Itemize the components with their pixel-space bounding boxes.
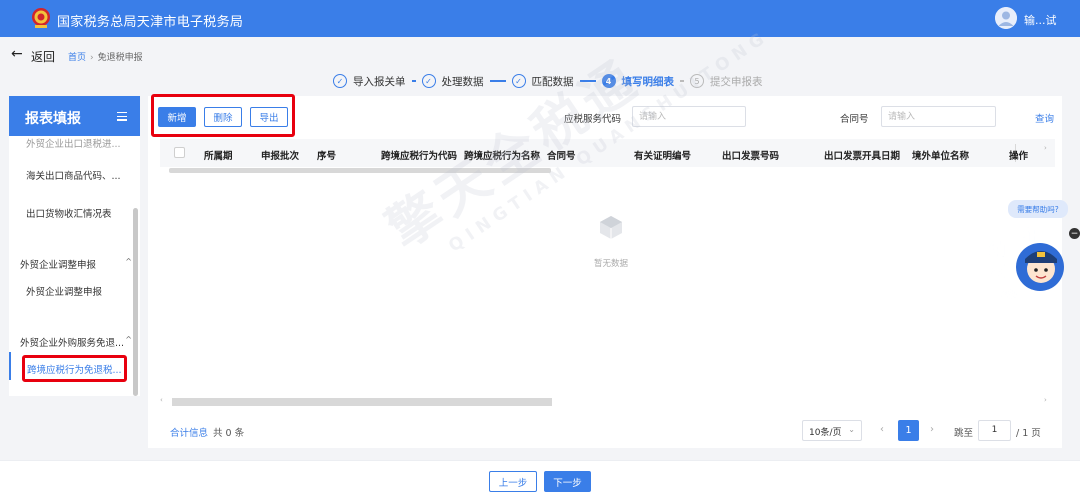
sidebar-item-adjustment[interactable]: 外贸企业调整申报 [26,284,102,298]
scroll-right-arrow-icon[interactable]: › [1044,396,1047,404]
prev-page-icon[interactable]: ‹ [880,424,884,435]
sidebar-title: 报表填报 [25,111,81,127]
sidebar-item-customs-code[interactable]: 海关出口商品代码、... [26,168,121,182]
active-indicator [9,352,11,380]
service-code-label: 应税服务代码 [564,114,622,125]
tax-emblem-icon [32,8,50,28]
site-title: 国家税务总局天津市电子税务局 [57,15,244,30]
column-header: 合同号 [547,151,576,162]
footer-bar: 上一步 下一步 [0,460,1080,497]
step-indicator: ✓ 导入报关单 ✓ 处理数据 ✓ 匹配数据 4 填写明细表 5 提交申报表 [333,73,763,89]
sidebar: 外贸企业出口退税进... 报表填报 海关出口商品代码、... 出口货物收汇情况表… [9,96,140,396]
step-connector [579,80,596,82]
step-connector [489,80,506,82]
main-panel: 新增 删除 导出 应税服务代码 合同号 查询 所属期 申报批次 序号 跨境应税行… [148,96,1062,448]
column-header-operation: 操作 [1009,151,1029,162]
scroll-right-arrow-icon[interactable]: › [1044,144,1047,152]
empty-data-text: 暂无数据 [594,259,629,269]
column-header: 所属期 [204,151,233,162]
username[interactable]: 输...试 [1024,12,1057,28]
column-header: 跨境应税行为代码 [381,151,458,162]
scrollbar-thumb[interactable] [172,398,552,406]
check-circle-icon: ✓ [511,74,526,88]
user-avatar-icon[interactable] [995,7,1017,29]
sidebar-scrollbar[interactable] [133,208,138,396]
summary-count: 共 0 条 [213,428,245,439]
step-import: ✓ 导入报关单 [333,74,406,89]
sidebar-item-export-refund[interactable]: 外贸企业出口退税进... [26,136,121,150]
step-match: ✓ 匹配数据 [511,74,574,89]
page-number-current[interactable]: 1 [898,420,919,441]
contract-input[interactable] [881,106,996,127]
sidebar-item-forex-receipt[interactable]: 出口货物收汇情况表 [26,206,112,220]
breadcrumb-home[interactable]: 首页 [68,53,86,63]
collapse-side-icon[interactable]: − [1069,228,1080,239]
step-number-icon: 5 [690,74,704,88]
help-char: 互 [989,262,1005,281]
step-connector [411,80,416,82]
sidebar-group-adjustment[interactable]: 外贸企业调整申报 ^ [20,257,132,271]
next-page-icon[interactable]: › [930,424,934,435]
table-top-scrollbar[interactable] [169,168,551,173]
export-button[interactable]: 导出 [250,107,288,127]
column-header: 跨境应税行为名称 [464,151,541,162]
chevron-down-icon: ⌄ [848,425,855,434]
next-step-button[interactable]: 下一步 [544,471,591,492]
total-pages: / 1 页 [1016,428,1041,439]
delete-button[interactable]: 删除 [204,107,242,127]
query-button[interactable]: 查询 [1035,111,1054,125]
sidebar-title-bar: 报表填报 [9,96,140,136]
step-submit: 5 提交申报表 [690,74,763,89]
sidebar-group-purchased-service[interactable]: 外贸企业外购服务免退... ^ [20,335,132,349]
jump-label: 跳至 [954,428,974,439]
breadcrumb: 首页 › 免退税申报 [68,50,143,63]
service-code-input[interactable] [632,106,746,127]
help-char: 纳 [989,240,1005,259]
step-fill-detail: 4 填写明细表 [601,74,674,89]
help-bubble[interactable]: 需要帮助吗? [1008,200,1068,218]
prev-step-button[interactable]: 上一步 [489,471,537,492]
top-header: 国家税务总局天津市电子税务局 输...试 [0,0,1080,37]
back-button[interactable]: 返回 [31,48,55,65]
step-number-icon: 4 [601,74,616,88]
check-circle-icon: ✓ [421,74,436,88]
column-header: 申报批次 [261,151,300,162]
column-header: 出口发票开具日期 [824,151,901,162]
step-connector [680,80,684,82]
chevron-up-icon: ^ [125,257,132,266]
add-button[interactable]: 新增 [158,107,196,127]
page-size-select[interactable]: 10条/页 ⌄ [802,420,862,441]
help-assistant-avatar[interactable]: 征 纳 互 动 [985,225,1073,305]
column-header: 序号 [317,151,337,162]
back-arrow-icon[interactable]: ← [11,46,23,62]
empty-box-icon [600,216,622,239]
summary-link[interactable]: 合计信息 [170,425,208,439]
select-all-checkbox[interactable] [174,147,185,158]
step-process: ✓ 处理数据 [421,74,484,89]
scroll-left-arrow-icon[interactable]: ‹ [160,396,163,404]
breadcrumb-separator: › [90,53,94,63]
column-header: 出口发票号码 [722,151,780,162]
breadcrumb-current: 免退税申报 [97,53,143,63]
jump-page-input[interactable]: 1 [978,420,1011,441]
contract-label: 合同号 [840,114,869,125]
table-header: 所属期 申报批次 序号 跨境应税行为代码 跨境应税行为名称 合同号 有关证明编号… [160,139,1055,167]
column-header: 有关证明编号 [634,151,692,162]
column-header: 境外单位名称 [912,151,970,162]
chevron-up-icon: ^ [125,335,132,344]
check-circle-icon: ✓ [333,74,347,88]
help-char: 征 [1023,226,1039,245]
table-bottom-scrollbar[interactable]: ‹ › [160,396,1055,406]
sidebar-item-cross-border[interactable]: 跨境应税行为免退税... [27,362,122,376]
help-char: 动 [1001,282,1017,301]
menu-collapse-icon[interactable] [117,112,127,121]
